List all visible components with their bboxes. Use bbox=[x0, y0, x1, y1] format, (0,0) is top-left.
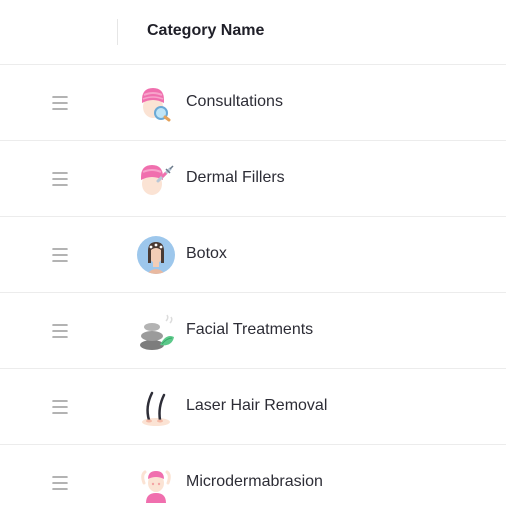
table-row[interactable]: Botox bbox=[0, 217, 506, 293]
table-row[interactable]: Facial Treatments bbox=[0, 293, 506, 369]
table-header: Category Name bbox=[0, 0, 506, 65]
drag-handle-icon[interactable] bbox=[48, 170, 72, 188]
category-label[interactable]: Facial Treatments bbox=[186, 321, 313, 339]
category-label[interactable]: Consultations bbox=[186, 93, 283, 111]
category-label[interactable]: Dermal Fillers bbox=[186, 169, 285, 187]
drag-handle-icon[interactable] bbox=[48, 246, 72, 264]
facial-treatments-icon bbox=[136, 311, 176, 351]
category-label[interactable]: Laser Hair Removal bbox=[186, 397, 327, 415]
table-row[interactable]: Microdermabrasion bbox=[0, 445, 506, 520]
dermal-fillers-icon bbox=[136, 159, 176, 199]
consultation-icon bbox=[136, 83, 176, 123]
drag-handle-icon[interactable] bbox=[48, 94, 72, 112]
laser-hair-removal-icon bbox=[136, 387, 176, 427]
table-row[interactable]: Laser Hair Removal bbox=[0, 369, 506, 445]
column-header-category-name[interactable]: Category Name bbox=[147, 22, 264, 40]
drag-handle-icon[interactable] bbox=[48, 398, 72, 416]
category-label[interactable]: Botox bbox=[186, 245, 227, 263]
table-row[interactable]: Consultations bbox=[0, 65, 506, 141]
column-divider bbox=[117, 19, 118, 45]
botox-icon bbox=[136, 235, 176, 275]
drag-handle-icon[interactable] bbox=[48, 322, 72, 340]
microdermabrasion-icon bbox=[136, 463, 176, 503]
drag-handle-icon[interactable] bbox=[48, 474, 72, 492]
category-label[interactable]: Microdermabrasion bbox=[186, 473, 323, 491]
table-row[interactable]: Dermal Fillers bbox=[0, 141, 506, 217]
category-table: Category Name Consultations Dermal Fille… bbox=[0, 0, 506, 517]
